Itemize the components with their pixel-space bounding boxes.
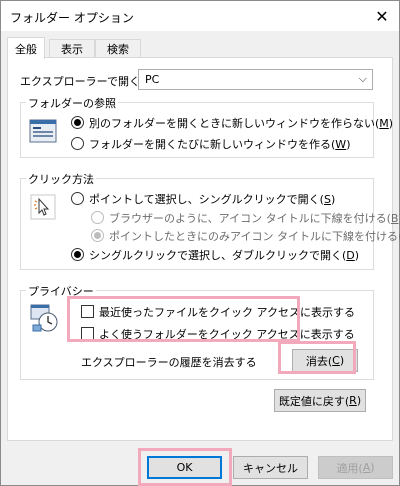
privacy-legend: プライバシー	[26, 283, 96, 299]
close-icon[interactable]: ✕	[369, 3, 395, 29]
radio-double-click[interactable]	[71, 248, 84, 261]
ok-button[interactable]: OK	[147, 456, 222, 479]
apply-button[interactable]: 適用(A)	[318, 456, 393, 479]
checkbox-recent-files-label[interactable]: 最近使ったファイルをクイック アクセスに表示する	[99, 304, 355, 320]
click-items-group: クリック方法 ポイントして選択し、シングルクリックで開く(S) ブラウザーのよう…	[20, 171, 400, 270]
clear-history-label: エクスプローラーの履歴を消去する	[81, 356, 257, 369]
radio-underline-hover[interactable]	[91, 229, 104, 242]
radio-double-click-label[interactable]: シングルクリックで選択し、ダブルクリックで開く(D)	[89, 247, 359, 263]
tab-search[interactable]: 検索	[95, 39, 141, 58]
radio-same-window-label[interactable]: 別のフォルダーを開くときに新しいウィンドウを作らない(M)	[89, 115, 393, 131]
window-title: フォルダー オプション	[10, 11, 134, 25]
pointer-click-icon	[30, 194, 56, 220]
tab-general-label: 全般	[15, 42, 37, 56]
radio-single-click-label[interactable]: ポイントして選択し、シングルクリックで開く(S)	[89, 191, 335, 207]
click-items-legend: クリック方法	[26, 171, 96, 187]
privacy-clock-icon	[30, 304, 58, 332]
tab-general[interactable]: 全般	[7, 37, 45, 59]
tab-search-label: 検索	[107, 43, 129, 56]
radio-new-window[interactable]	[71, 137, 84, 150]
cancel-button[interactable]: キャンセル	[233, 456, 308, 479]
restore-defaults-button[interactable]: 既定値に戻す(R)	[274, 389, 366, 412]
open-explorer-select[interactable]: PC ⌵	[138, 69, 373, 90]
browse-folders-group: フォルダーの参照 別のフォルダーを開くときに新しいウィンドウを作らない(M) フ…	[20, 95, 393, 158]
clear-history-button[interactable]: 消去(C)	[292, 349, 358, 372]
radio-same-window[interactable]	[71, 116, 84, 129]
privacy-group: プライバシー 最近使ったファイルをクイック アクセスに表示する よく使うフォルダ…	[20, 283, 374, 380]
radio-underline-hover-label[interactable]: ポイントしたときにのみアイコン タイトルに下線を付ける(P)	[109, 228, 400, 244]
folder-window-icon	[29, 119, 57, 143]
open-explorer-value: PC	[145, 73, 160, 86]
radio-single-click[interactable]	[71, 192, 84, 205]
tab-view[interactable]: 表示	[49, 39, 95, 58]
radio-new-window-label[interactable]: フォルダーを開くたびに新しいウィンドウを作る(W)	[89, 136, 350, 152]
browse-folders-legend: フォルダーの参照	[26, 95, 118, 111]
open-explorer-label: エクスプローラーで開く:	[20, 75, 144, 88]
general-tab-panel: エクスプローラーで開く: PC ⌵ フォルダーの参照 別のフォルダーを開くときに…	[7, 57, 400, 441]
tab-view-label: 表示	[61, 43, 83, 56]
title-bar[interactable]: フォルダー オプション ✕	[1, 1, 399, 31]
checkbox-frequent-folders[interactable]	[81, 327, 94, 340]
radio-underline-always[interactable]	[91, 211, 104, 224]
checkbox-recent-files[interactable]	[81, 305, 94, 318]
radio-underline-always-label[interactable]: ブラウザーのように、アイコン タイトルに下線を付ける(B)	[109, 210, 400, 226]
folder-options-window: フォルダー オプション ✕ 全般 表示 検索 エクスプローラーで開く: PC ⌵…	[0, 0, 400, 486]
chevron-down-icon: ⌵	[358, 72, 367, 85]
checkbox-frequent-folders-label[interactable]: よく使うフォルダーをクイック アクセスに表示する	[99, 326, 355, 342]
